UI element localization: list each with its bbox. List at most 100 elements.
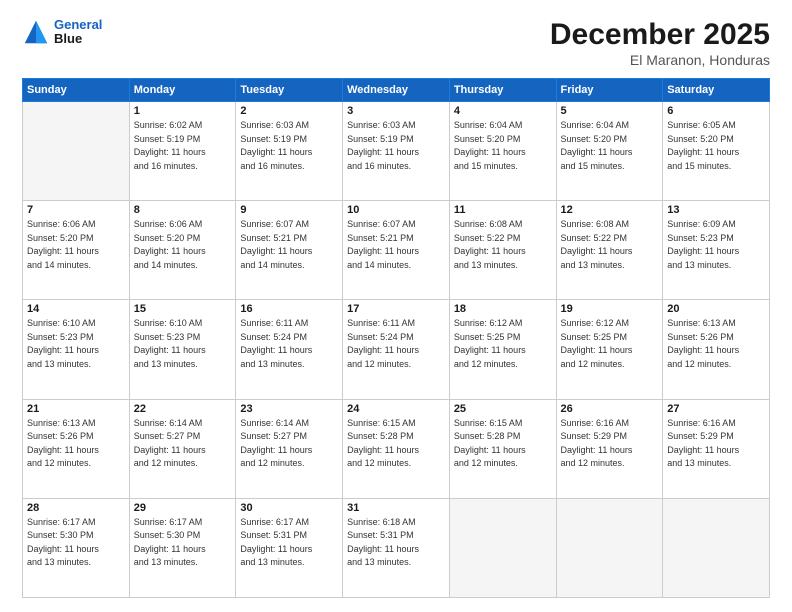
calendar-cell: 23 Sunrise: 6:14 AM Sunset: 5:27 PM Dayli… xyxy=(236,399,343,498)
day-number: 26 xyxy=(561,403,659,415)
day-info: Sunrise: 6:10 AM Sunset: 5:23 PM Dayligh… xyxy=(27,317,125,371)
calendar-table: SundayMondayTuesdayWednesdayThursdayFrid… xyxy=(22,78,770,598)
calendar-cell: 28 Sunrise: 6:17 AM Sunset: 5:30 PM Dayli… xyxy=(23,498,130,597)
day-number: 8 xyxy=(134,204,232,216)
calendar-cell: 26 Sunrise: 6:16 AM Sunset: 5:29 PM Dayli… xyxy=(556,399,663,498)
day-info: Sunrise: 6:15 AM Sunset: 5:28 PM Dayligh… xyxy=(454,417,552,471)
day-info: Sunrise: 6:16 AM Sunset: 5:29 PM Dayligh… xyxy=(667,417,765,471)
calendar-cell: 18 Sunrise: 6:12 AM Sunset: 5:25 PM Dayli… xyxy=(449,300,556,399)
calendar-cell: 22 Sunrise: 6:14 AM Sunset: 5:27 PM Dayli… xyxy=(129,399,236,498)
calendar-cell: 1 Sunrise: 6:02 AM Sunset: 5:19 PM Daylig… xyxy=(129,102,236,201)
day-number: 28 xyxy=(27,502,125,514)
calendar-cell: 21 Sunrise: 6:13 AM Sunset: 5:26 PM Dayli… xyxy=(23,399,130,498)
day-number: 25 xyxy=(454,403,552,415)
day-number: 29 xyxy=(134,502,232,514)
day-number: 3 xyxy=(347,105,445,117)
day-info: Sunrise: 6:03 AM Sunset: 5:19 PM Dayligh… xyxy=(347,119,445,173)
calendar-cell: 14 Sunrise: 6:10 AM Sunset: 5:23 PM Dayli… xyxy=(23,300,130,399)
weekday-header: Thursday xyxy=(449,79,556,102)
day-number: 13 xyxy=(667,204,765,216)
calendar-cell xyxy=(23,102,130,201)
day-info: Sunrise: 6:08 AM Sunset: 5:22 PM Dayligh… xyxy=(561,218,659,272)
day-info: Sunrise: 6:14 AM Sunset: 5:27 PM Dayligh… xyxy=(134,417,232,471)
day-number: 18 xyxy=(454,303,552,315)
day-info: Sunrise: 6:04 AM Sunset: 5:20 PM Dayligh… xyxy=(561,119,659,173)
day-number: 11 xyxy=(454,204,552,216)
calendar-cell xyxy=(556,498,663,597)
logo-icon xyxy=(22,18,50,46)
day-number: 2 xyxy=(240,105,338,117)
logo: General Blue xyxy=(22,18,102,47)
day-number: 16 xyxy=(240,303,338,315)
logo-text: General Blue xyxy=(54,18,102,47)
calendar-cell: 25 Sunrise: 6:15 AM Sunset: 5:28 PM Dayli… xyxy=(449,399,556,498)
day-info: Sunrise: 6:13 AM Sunset: 5:26 PM Dayligh… xyxy=(27,417,125,471)
weekday-header: Tuesday xyxy=(236,79,343,102)
title-block: December 2025 El Maranon, Honduras xyxy=(550,18,770,68)
calendar-week-row: 14 Sunrise: 6:10 AM Sunset: 5:23 PM Dayli… xyxy=(23,300,770,399)
day-number: 20 xyxy=(667,303,765,315)
day-info: Sunrise: 6:04 AM Sunset: 5:20 PM Dayligh… xyxy=(454,119,552,173)
day-info: Sunrise: 6:02 AM Sunset: 5:19 PM Dayligh… xyxy=(134,119,232,173)
day-info: Sunrise: 6:07 AM Sunset: 5:21 PM Dayligh… xyxy=(347,218,445,272)
calendar-cell: 20Sunrise: 6:13 AM Sunset: 5:26 PM Dayli… xyxy=(663,300,770,399)
calendar-cell: 8Sunrise: 6:06 AM Sunset: 5:20 PM Daylig… xyxy=(129,201,236,300)
day-number: 6 xyxy=(667,105,765,117)
day-info: Sunrise: 6:10 AM Sunset: 5:23 PM Dayligh… xyxy=(134,317,232,371)
day-number: 10 xyxy=(347,204,445,216)
day-info: Sunrise: 6:06 AM Sunset: 5:20 PM Dayligh… xyxy=(27,218,125,272)
day-info: Sunrise: 6:12 AM Sunset: 5:25 PM Dayligh… xyxy=(454,317,552,371)
day-number: 7 xyxy=(27,204,125,216)
day-number: 5 xyxy=(561,105,659,117)
page: General Blue December 2025 El Maranon, H… xyxy=(0,0,792,612)
day-info: Sunrise: 6:16 AM Sunset: 5:29 PM Dayligh… xyxy=(561,417,659,471)
calendar-cell: 27 Sunrise: 6:16 AM Sunset: 5:29 PM Dayli… xyxy=(663,399,770,498)
calendar-cell: 4 Sunrise: 6:04 AM Sunset: 5:20 PM Daylig… xyxy=(449,102,556,201)
day-info: Sunrise: 6:12 AM Sunset: 5:25 PM Dayligh… xyxy=(561,317,659,371)
day-number: 21 xyxy=(27,403,125,415)
day-number: 15 xyxy=(134,303,232,315)
day-info: Sunrise: 6:17 AM Sunset: 5:30 PM Dayligh… xyxy=(27,516,125,570)
day-info: Sunrise: 6:09 AM Sunset: 5:23 PM Dayligh… xyxy=(667,218,765,272)
day-number: 22 xyxy=(134,403,232,415)
day-info: Sunrise: 6:05 AM Sunset: 5:20 PM Dayligh… xyxy=(667,119,765,173)
weekday-header: Sunday xyxy=(23,79,130,102)
calendar-cell: 11 Sunrise: 6:08 AM Sunset: 5:22 PM Dayli… xyxy=(449,201,556,300)
calendar-cell: 16Sunrise: 6:11 AM Sunset: 5:24 PM Dayli… xyxy=(236,300,343,399)
calendar-cell: 6 Sunrise: 6:05 AM Sunset: 5:20 PM Daylig… xyxy=(663,102,770,201)
day-number: 19 xyxy=(561,303,659,315)
month-title: December 2025 xyxy=(550,18,770,52)
day-number: 4 xyxy=(454,105,552,117)
calendar-cell: 31Sunrise: 6:18 AM Sunset: 5:31 PM Dayli… xyxy=(343,498,450,597)
day-number: 14 xyxy=(27,303,125,315)
calendar-cell: 29 Sunrise: 6:17 AM Sunset: 5:30 PM Dayli… xyxy=(129,498,236,597)
day-number: 12 xyxy=(561,204,659,216)
calendar-cell xyxy=(449,498,556,597)
calendar-week-row: 1 Sunrise: 6:02 AM Sunset: 5:19 PM Daylig… xyxy=(23,102,770,201)
calendar-header-row: SundayMondayTuesdayWednesdayThursdayFrid… xyxy=(23,79,770,102)
calendar-cell: 10 Sunrise: 6:07 AM Sunset: 5:21 PM Dayli… xyxy=(343,201,450,300)
calendar-cell: 7 Sunrise: 6:06 AM Sunset: 5:20 PM Daylig… xyxy=(23,201,130,300)
calendar-cell: 9Sunrise: 6:07 AM Sunset: 5:21 PM Daylig… xyxy=(236,201,343,300)
calendar-cell: 19 Sunrise: 6:12 AM Sunset: 5:25 PM Dayli… xyxy=(556,300,663,399)
day-info: Sunrise: 6:17 AM Sunset: 5:30 PM Dayligh… xyxy=(134,516,232,570)
day-number: 1 xyxy=(134,105,232,117)
day-number: 23 xyxy=(240,403,338,415)
calendar-cell: 5 Sunrise: 6:04 AM Sunset: 5:20 PM Daylig… xyxy=(556,102,663,201)
header: General Blue December 2025 El Maranon, H… xyxy=(22,18,770,68)
day-number: 27 xyxy=(667,403,765,415)
day-number: 31 xyxy=(347,502,445,514)
calendar-cell xyxy=(663,498,770,597)
weekday-header: Monday xyxy=(129,79,236,102)
day-info: Sunrise: 6:03 AM Sunset: 5:19 PM Dayligh… xyxy=(240,119,338,173)
day-info: Sunrise: 6:17 AM Sunset: 5:31 PM Dayligh… xyxy=(240,516,338,570)
location-title: El Maranon, Honduras xyxy=(550,52,770,68)
day-info: Sunrise: 6:14 AM Sunset: 5:27 PM Dayligh… xyxy=(240,417,338,471)
calendar-cell: 3 Sunrise: 6:03 AM Sunset: 5:19 PM Daylig… xyxy=(343,102,450,201)
day-info: Sunrise: 6:08 AM Sunset: 5:22 PM Dayligh… xyxy=(454,218,552,272)
day-number: 9 xyxy=(240,204,338,216)
calendar-cell: 24Sunrise: 6:15 AM Sunset: 5:28 PM Dayli… xyxy=(343,399,450,498)
day-number: 30 xyxy=(240,502,338,514)
day-info: Sunrise: 6:15 AM Sunset: 5:28 PM Dayligh… xyxy=(347,417,445,471)
calendar-cell: 12 Sunrise: 6:08 AM Sunset: 5:22 PM Dayli… xyxy=(556,201,663,300)
